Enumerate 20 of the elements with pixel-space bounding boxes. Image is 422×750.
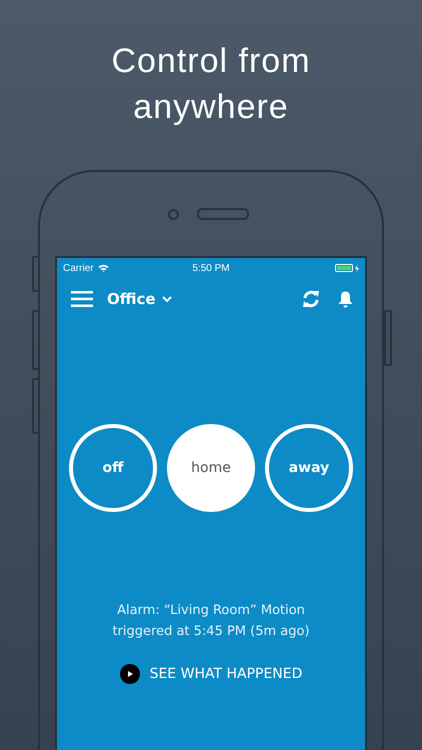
alarm-message: Alarm: “Living Room” Motion triggered at 5:45 PM (5m ago) [111, 602, 311, 641]
bell-icon[interactable] [338, 290, 353, 308]
headline: anywhere [133, 87, 289, 128]
play-icon [120, 664, 140, 684]
charging-icon [355, 264, 359, 272]
refresh-icon[interactable] [302, 290, 320, 308]
mode-button[interactable]: off [69, 424, 157, 512]
headline: Control from [111, 41, 311, 82]
chevron-down-icon [162, 296, 172, 302]
location-dropdown[interactable]: Office [107, 290, 172, 308]
wifi-icon [98, 264, 109, 272]
battery-icon [335, 264, 353, 272]
status-time: 5:50 PM [192, 262, 230, 274]
camera [168, 208, 178, 220]
mode-button[interactable]: away [265, 424, 353, 512]
menu-icon[interactable] [71, 291, 93, 307]
carrier-label: Carrier [63, 262, 94, 274]
see-what-happened-link[interactable]: SEE WHAT HAPPENED [120, 664, 302, 684]
speaker [196, 208, 248, 220]
mode-button[interactable]: home [167, 424, 255, 512]
